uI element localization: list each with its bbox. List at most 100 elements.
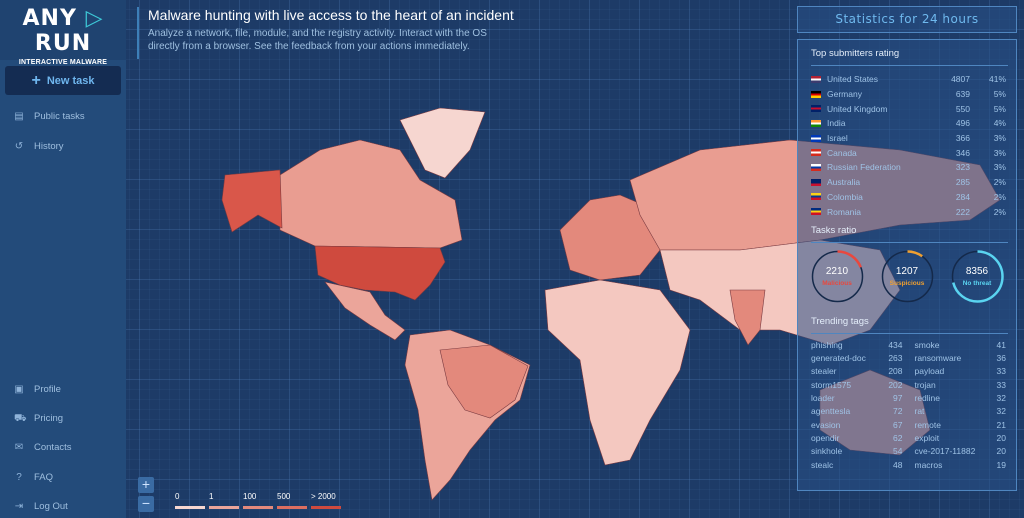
page-subtitle: Analyze a network, file, module, and the… [148, 28, 487, 52]
tag-name: agenttesla [811, 406, 851, 417]
sidebar-item-history[interactable]: ↺ History [14, 141, 64, 152]
plus-icon: + [31, 71, 41, 89]
submitter-row[interactable]: Colombia 284 2% [798, 190, 1016, 205]
submitter-row[interactable]: Australia 285 2% [798, 175, 1016, 190]
legend-label: 100 [243, 492, 257, 501]
tag-name: rat [914, 406, 925, 417]
sidebar-item-label: Public tasks [34, 111, 85, 122]
sidebar-item-public-tasks[interactable]: ▤ Public tasks [14, 111, 85, 122]
submitter-row[interactable]: Romania 222 2% [798, 204, 1016, 219]
tag-row[interactable]: stealc 48 [811, 460, 903, 473]
sidebar-item-label: History [34, 141, 64, 152]
tag-name: phishing [811, 339, 843, 350]
tag-count: 33 [996, 379, 1006, 390]
submission-percent: 5% [993, 89, 1006, 100]
tag-row[interactable]: phishing 434 [811, 340, 903, 353]
tag-row[interactable]: remote 21 [915, 420, 1007, 433]
tag-count: 32 [996, 406, 1006, 417]
ratio-value: 2210 [825, 265, 849, 277]
tag-name: evasion [811, 419, 841, 430]
sidebar-item-label: Log Out [34, 501, 68, 512]
tag-row[interactable]: storm1575 202 [811, 380, 903, 393]
tag-row[interactable]: rat 32 [915, 406, 1007, 419]
sidebar-item-label: Contacts [34, 442, 72, 453]
tag-name: ransomware [914, 353, 962, 364]
submitters-title: Top submitters rating [811, 48, 900, 59]
sidebar-item-pricing[interactable]: ⛟ Pricing [14, 413, 63, 424]
country-greenland [399, 107, 486, 179]
submitter-row[interactable]: Canada 346 3% [798, 145, 1016, 160]
flag-icon [811, 163, 821, 171]
legend-label: 0 [175, 492, 180, 501]
submitter-row[interactable]: United Kingdom 550 5% [798, 101, 1016, 116]
sidebar-item-contacts[interactable]: ✉ Contacts [14, 442, 72, 453]
tag-name: trojan [914, 379, 936, 390]
tag-row[interactable]: exploit 20 [915, 433, 1007, 446]
map-legend: 0 1 100 500 > 2000 [175, 492, 341, 509]
country-india [729, 289, 766, 346]
country-name: Australia [827, 177, 861, 188]
country-alaska [221, 169, 283, 233]
tag-row[interactable]: cve-2017-11882 20 [915, 446, 1007, 459]
tag-row[interactable]: smoke 41 [915, 340, 1007, 353]
flag-icon [811, 90, 821, 98]
submitter-row[interactable]: Israel 366 3% [798, 131, 1016, 146]
sidebar-item-label: Pricing [34, 413, 64, 424]
country-name: Russian Federation [827, 162, 901, 173]
tag-row[interactable]: trojan 33 [915, 380, 1007, 393]
tag-row[interactable]: payload 33 [915, 366, 1007, 379]
submission-count: 639 [955, 89, 970, 100]
submission-count: 496 [955, 118, 970, 129]
logo-text-right: RUN [34, 31, 92, 56]
tag-row[interactable]: sinkhole 54 [811, 446, 903, 459]
ratio-label: Suspicious [889, 279, 925, 287]
submission-percent: 3% [993, 162, 1006, 173]
sidebar: ANY ▷ RUN INTERACTIVE MALWARE ANALYSIS +… [0, 0, 126, 518]
tag-row[interactable]: stealer 208 [811, 366, 903, 379]
submitter-row[interactable]: United States 4807 41% [798, 72, 1016, 87]
mail-icon: ✉ [14, 441, 24, 453]
tag-row[interactable]: generated-doc 263 [811, 353, 903, 366]
sidebar-item-faq[interactable]: ? FAQ [14, 472, 53, 483]
sidebar-item-logout[interactable]: ⇥ Log Out [14, 501, 68, 512]
sidebar-item-profile[interactable]: ▣ Profile [14, 384, 61, 395]
zoom-in-button[interactable]: + [138, 477, 154, 493]
tag-row[interactable]: redline 32 [915, 393, 1007, 406]
submission-percent: 2% [993, 191, 1006, 202]
tag-count: 48 [893, 459, 903, 470]
tag-count: 41 [996, 339, 1006, 350]
tag-row[interactable]: ransomware 36 [915, 353, 1007, 366]
new-task-button[interactable]: + New task [5, 66, 121, 95]
submission-percent: 4% [993, 118, 1006, 129]
legend-swatch [175, 506, 205, 509]
tag-row[interactable]: evasion 67 [811, 420, 903, 433]
page-title: Malware hunting with live access to the … [148, 7, 514, 23]
legend-item: 100 [243, 492, 273, 509]
submission-count: 550 [955, 103, 970, 114]
logo[interactable]: ANY ▷ RUN INTERACTIVE MALWARE ANALYSIS [0, 0, 126, 73]
submitter-row[interactable]: India 496 4% [798, 116, 1016, 131]
trending-tags-title: Trending tags [811, 315, 869, 327]
tag-row[interactable]: loader 97 [811, 393, 903, 406]
divider [811, 65, 1008, 66]
divider [811, 241, 1008, 243]
submitter-row[interactable]: Russian Federation 323 3% [798, 160, 1016, 175]
tag-count: 21 [996, 419, 1006, 430]
submission-count: 222 [955, 206, 970, 217]
tag-row[interactable]: macros 19 [915, 460, 1007, 473]
legend-item: 500 [277, 492, 307, 509]
trending-tags: phishing 434 generated-doc 263 stealer 208 sto… [798, 340, 1016, 473]
submitter-row[interactable]: Germany 639 5% [798, 87, 1016, 102]
tag-name: stealer [811, 366, 837, 377]
ratio-gauge-malicious: 2210 Malicious [810, 249, 865, 304]
tag-row[interactable]: agenttesla 72 [811, 406, 903, 419]
zoom-out-button[interactable]: − [138, 496, 154, 512]
submission-count: 366 [955, 133, 970, 144]
tag-name: cve-2017-11882 [914, 446, 976, 457]
ratio-value: 1207 [895, 265, 919, 277]
submitters-list[interactable]: United States 4807 41% Germany 639 5% United K… [798, 72, 1016, 219]
tag-name: opendir [811, 432, 840, 443]
history-icon: ↺ [14, 140, 24, 152]
tag-name: remote [914, 419, 941, 430]
tag-row[interactable]: opendir 62 [811, 433, 903, 446]
